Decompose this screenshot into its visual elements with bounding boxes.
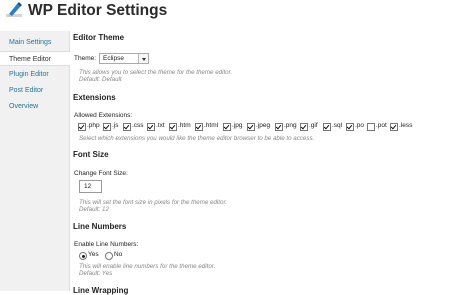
ext-label: .png (284, 122, 297, 129)
line-numbers-radio-group: Yes No (79, 251, 139, 261)
ext-label: .js (112, 122, 119, 129)
ext-label: .php (87, 122, 100, 129)
checkbox[interactable] (195, 123, 203, 131)
ext-label: .jpg (232, 122, 243, 129)
font-size-value: 12 (84, 183, 92, 190)
radio-no[interactable] (105, 252, 113, 260)
theme-select-value: Eclipse (103, 55, 124, 62)
sidebar-item-theme-editor[interactable]: Theme Editor (0, 51, 70, 66)
sidebar-item-plugin-editor[interactable]: Plugin Editor (0, 67, 69, 82)
theme-select[interactable]: Eclipse (99, 53, 149, 64)
ext-label: .txt (156, 122, 165, 129)
checkbox[interactable] (147, 123, 155, 131)
checkbox[interactable] (169, 123, 177, 131)
chevron-down-icon (138, 54, 148, 63)
ext-label: .jpeg (256, 122, 271, 129)
ext-label: .sql (332, 122, 343, 129)
page-header: WP Editor Settings (0, 0, 474, 24)
checkbox[interactable] (323, 123, 331, 131)
checkbox[interactable] (390, 123, 398, 131)
ext-label: .pot (376, 122, 387, 129)
checkbox[interactable] (123, 123, 131, 131)
pencil-icon (6, 2, 22, 17)
checkbox[interactable] (367, 123, 375, 131)
font-size-label: Change Font Size: (74, 170, 128, 177)
radio-no-label: No (114, 251, 123, 258)
ext-label: .less (399, 122, 413, 129)
checkbox[interactable] (300, 123, 308, 131)
checkbox[interactable] (275, 123, 283, 131)
font-size-input[interactable]: 12 (79, 180, 102, 193)
line-numbers-label: Enable Line Numbers: (74, 241, 139, 248)
ext-label: .htm (178, 122, 191, 129)
ext-label: .html (204, 122, 219, 129)
radio-yes-label: Yes (88, 251, 99, 258)
checkbox[interactable] (346, 123, 354, 131)
page-title: WP Editor Settings (28, 2, 168, 19)
checkbox[interactable] (247, 123, 255, 131)
allowed-extensions-label: Allowed Extensions: (74, 112, 133, 119)
radio-yes[interactable] (79, 252, 87, 260)
checkbox[interactable] (223, 123, 231, 131)
ext-label: .css (132, 122, 144, 129)
section-heading-extensions: Extensions (73, 93, 116, 102)
sidebar-item-main-settings[interactable]: Main Settings (0, 35, 69, 50)
sidebar-item-overview[interactable]: Overview (0, 99, 69, 114)
sidebar-item-post-editor[interactable]: Post Editor (0, 83, 69, 98)
ext-label: .po (355, 122, 365, 129)
ext-label: .gif (309, 122, 318, 129)
section-heading-font-size: Font Size (73, 150, 109, 159)
extensions-description: Select which extensions you would like t… (79, 135, 315, 142)
theme-label: Theme: (74, 55, 97, 62)
section-heading-editor-theme: Editor Theme (73, 33, 125, 42)
font-size-default: Default: 12 (79, 206, 109, 213)
checkbox[interactable] (78, 123, 86, 131)
theme-default: Default: Default (79, 76, 122, 83)
section-heading-line-numbers: Line Numbers (73, 222, 127, 231)
checkbox[interactable] (103, 123, 111, 131)
sidebar: Main Settings Theme Editor Plugin Editor… (0, 31, 70, 291)
line-numbers-default: Default: Yes (79, 270, 113, 277)
